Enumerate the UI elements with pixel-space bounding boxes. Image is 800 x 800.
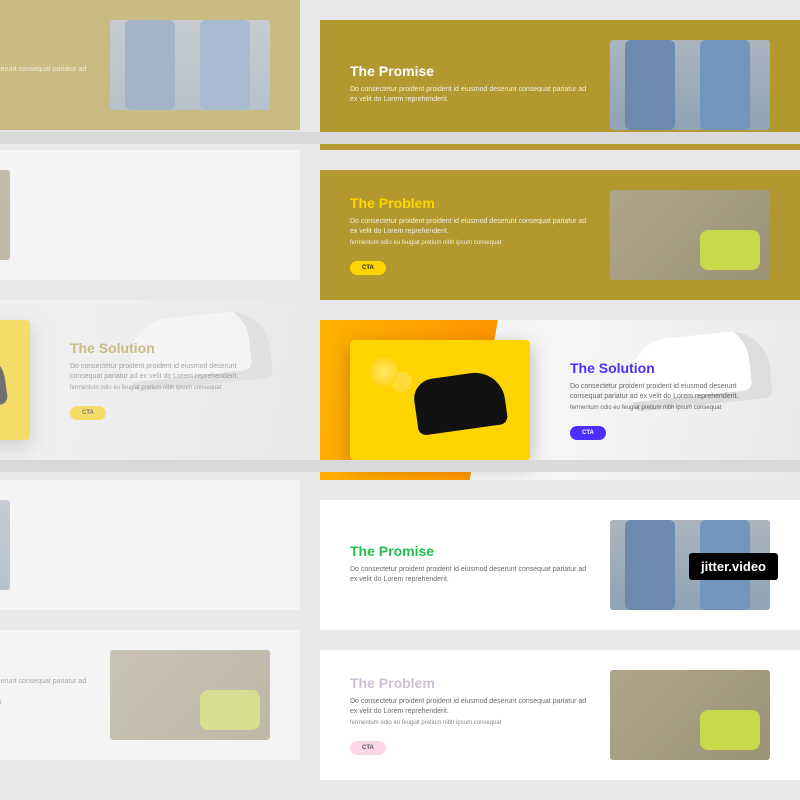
section-sub: fermentum odio eu feugiat pretium nibh i… bbox=[350, 720, 590, 726]
section-title: The Promise bbox=[350, 543, 590, 559]
section-body: Do consectetur proident proident id eius… bbox=[0, 677, 90, 697]
section-sub: fermentum odio eu feugiat pretium nibh i… bbox=[570, 405, 770, 411]
section-title: The Problem bbox=[0, 655, 90, 671]
thumb-image bbox=[610, 190, 770, 280]
thumb-image bbox=[110, 20, 270, 110]
section-body: Do consectetur proident proident id eius… bbox=[350, 697, 590, 717]
section-body: Do consectetur proident proident id eius… bbox=[570, 382, 770, 402]
section-problem[interactable]: The Problem Do consectetur proident proi… bbox=[320, 650, 800, 780]
design-canvas[interactable]: CTA The Promise Do consectetur proident … bbox=[0, 0, 800, 750]
shoe-card bbox=[0, 320, 30, 440]
thumb-image bbox=[610, 670, 770, 760]
artboard-left: CTA The Promise Do consectetur proident … bbox=[0, 0, 300, 780]
section-problem: The Problem Do consectetur proident proi… bbox=[0, 630, 300, 760]
section-body: Do consectetur proident proident id eius… bbox=[70, 362, 270, 382]
section-title: The Promise bbox=[350, 63, 590, 79]
section-body: Do consectetur proident proident id eius… bbox=[350, 217, 590, 237]
thumb-image bbox=[0, 170, 10, 260]
canvas-gap-bottom bbox=[0, 460, 800, 472]
section-title: The Promise bbox=[0, 43, 90, 59]
cta-button[interactable]: CTA bbox=[570, 426, 606, 440]
section-promise[interactable]: The Promise Do consectetur proident proi… bbox=[320, 20, 800, 150]
section-title: The Solution bbox=[70, 340, 270, 356]
section-problem bbox=[0, 150, 300, 280]
section-title: The Problem bbox=[350, 195, 590, 211]
section-promise bbox=[0, 480, 300, 610]
watermark-badge[interactable]: jitter.video bbox=[689, 553, 778, 580]
section-sub: fermentum odio eu feugiat pretium nibh i… bbox=[350, 240, 590, 246]
thumb-image bbox=[110, 650, 270, 740]
shoe-card bbox=[350, 340, 530, 460]
thumb-image bbox=[610, 40, 770, 130]
section-body: Do consectetur proident proident id eius… bbox=[350, 565, 590, 585]
thumb-image bbox=[0, 500, 10, 590]
section-body: Do consectetur proident proident id eius… bbox=[350, 85, 590, 105]
section-title: The Problem bbox=[350, 675, 590, 691]
section-promise: The Promise Do consectetur proident proi… bbox=[0, 0, 300, 130]
section-sub: fermentum odio eu feugiat pretium nibh i… bbox=[0, 700, 90, 706]
canvas-gap-top bbox=[0, 132, 800, 144]
cta-button[interactable]: CTA bbox=[350, 261, 386, 275]
section-body: Do consectetur proident proident id eius… bbox=[0, 65, 90, 85]
section-problem[interactable]: The Problem Do consectetur proident proi… bbox=[320, 170, 800, 300]
cta-button[interactable]: CTA bbox=[350, 741, 386, 755]
cta-button[interactable]: CTA bbox=[70, 406, 106, 420]
section-sub: fermentum odio eu feugiat pretium nibh i… bbox=[70, 385, 270, 391]
section-title: The Solution bbox=[570, 360, 770, 376]
section-solution[interactable]: The Solution Do consectetur proident pro… bbox=[320, 320, 800, 480]
artboard-center[interactable]: CTA The Promise Do consectetur proident … bbox=[320, 0, 800, 780]
section-solution: The Solution Do consectetur proident pro… bbox=[0, 300, 300, 460]
